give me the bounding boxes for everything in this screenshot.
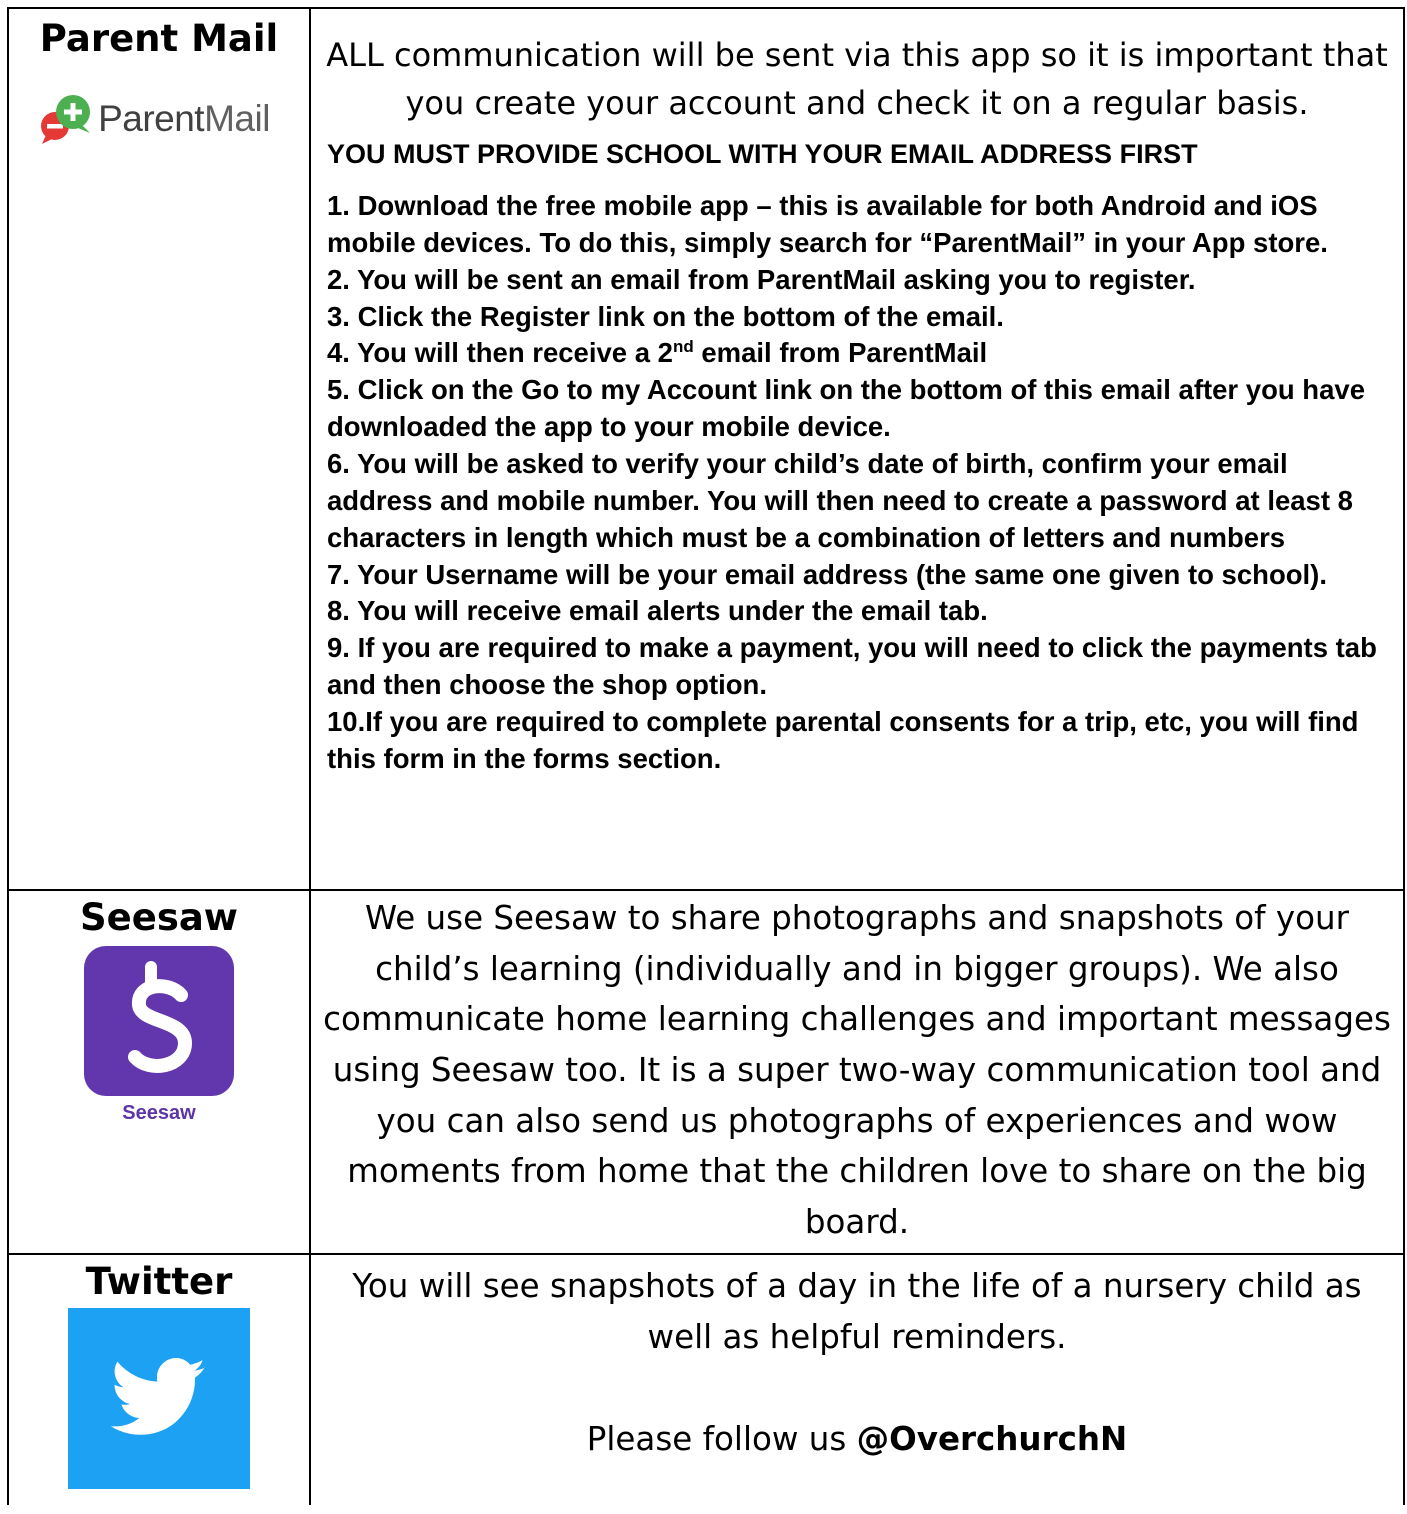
- seesaw-description: We use Seesaw to share photographs and s…: [323, 899, 1391, 1242]
- twitter-logo: [68, 1307, 250, 1489]
- parent-mail-title: Parent Mail: [39, 17, 279, 60]
- twitter-follow-line: Please follow us @OverchurchN: [317, 1414, 1397, 1465]
- twitter-content-cell: You will see snapshots of a day in the l…: [309, 1253, 1405, 1505]
- seesaw-logo-caption: Seesaw: [122, 1101, 196, 1124]
- step-item: 4. You will then receive a 2nd email fro…: [327, 337, 988, 369]
- twitter-follow-prefix: Please follow us: [586, 1420, 857, 1459]
- twitter-description: You will see snapshots of a day in the l…: [352, 1267, 1362, 1356]
- apps-info-table: Parent Mail ParentMail ALL communication…: [7, 7, 1405, 1505]
- step-item: 8. You will receive email alerts under t…: [327, 595, 988, 627]
- seesaw-app-icon: [84, 945, 234, 1096]
- parentmail-bubble-icon: [41, 94, 91, 144]
- step-item: 1. Download the free mobile app – this i…: [327, 190, 1328, 258]
- step-item: 6. You will be asked to verify your chil…: [327, 448, 1353, 553]
- parent-mail-row: Parent Mail ParentMail ALL communication…: [7, 7, 1405, 891]
- twitter-row: Twitter You will see snapshots of a day …: [7, 1253, 1405, 1505]
- seesaw-logo: Seesaw: [9, 945, 309, 1125]
- parentmail-logo-text: ParentMail: [98, 97, 270, 139]
- parent-mail-intro: ALL communication will be sent via this …: [326, 36, 1388, 122]
- seesaw-title: Seesaw: [79, 896, 238, 939]
- twitter-label-cell: Twitter: [7, 1253, 311, 1505]
- seesaw-content-cell: We use Seesaw to share photographs and s…: [309, 889, 1405, 1255]
- step-item: 3. Click the Register link on the bottom…: [327, 300, 1004, 332]
- seesaw-row: Seesaw Seesaw We use Seesaw to share pho…: [7, 889, 1405, 1255]
- twitter-handle-link[interactable]: @OverchurchN: [857, 1420, 1128, 1458]
- step-item: 2. You will be sent an email from Parent…: [327, 263, 1196, 295]
- parent-mail-content-cell: ALL communication will be sent via this …: [309, 7, 1405, 891]
- step-item: 5. Click on the Go to my Account link on…: [327, 374, 1365, 443]
- seesaw-s-icon: [128, 960, 193, 1073]
- seesaw-label-cell: Seesaw Seesaw: [7, 889, 311, 1255]
- parent-mail-label-cell: Parent Mail ParentMail: [7, 7, 311, 891]
- step-item: 9. If you are required to make a payment…: [327, 632, 1377, 701]
- parent-mail-requirement: YOU MUST PROVIDE SCHOOL WITH YOUR EMAIL …: [327, 139, 1198, 169]
- step-item: 7. Your Username will be your email addr…: [327, 558, 1327, 590]
- parent-mail-steps: 1. Download the free mobile app – this i…: [327, 188, 1393, 778]
- parentmail-logo: ParentMail: [9, 93, 299, 145]
- twitter-bird-icon: [111, 1358, 206, 1435]
- step-item: 10.If you are required to complete paren…: [327, 705, 1359, 774]
- twitter-title: Twitter: [85, 1260, 233, 1303]
